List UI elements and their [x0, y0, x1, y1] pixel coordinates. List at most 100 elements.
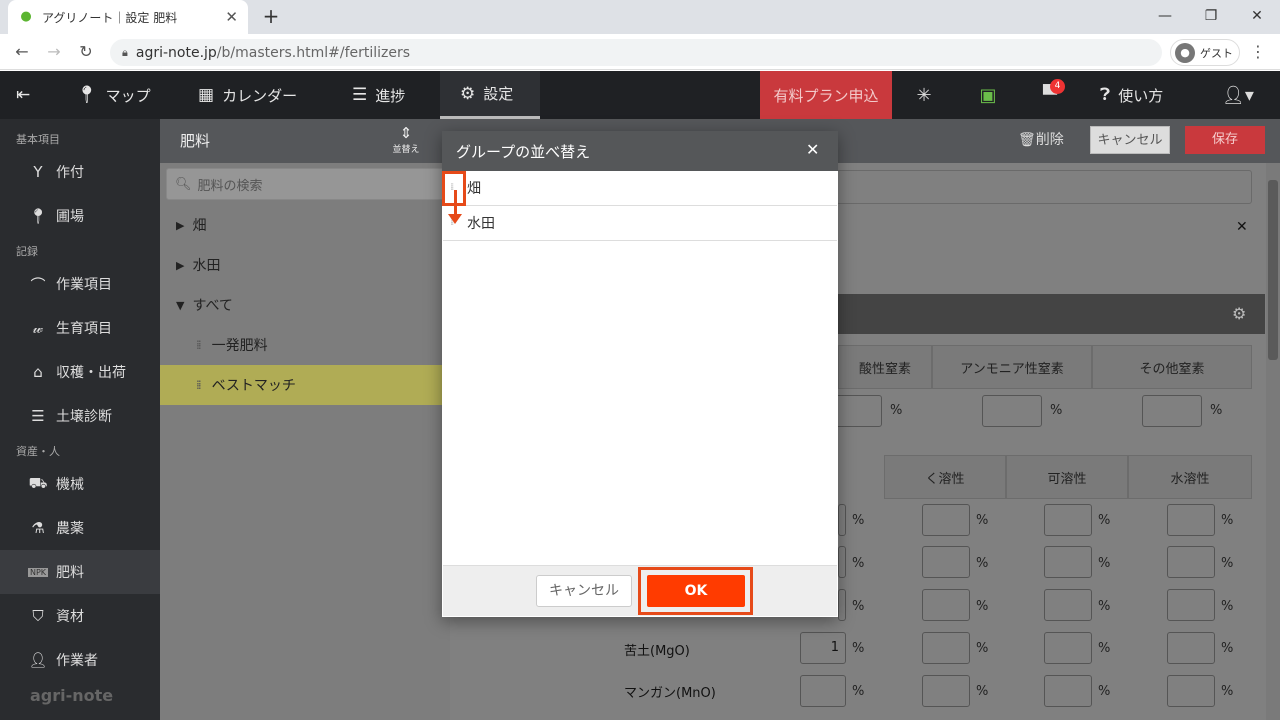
- sprout-icon: Y: [33, 163, 43, 181]
- nav-map[interactable]: 📍︎ マップ: [76, 71, 151, 119]
- tree-label: 畑: [192, 218, 207, 234]
- sort-button[interactable]: ⇕ 並替え: [388, 124, 424, 158]
- basket-icon: ⌂: [33, 363, 43, 381]
- value-input[interactable]: [838, 546, 846, 578]
- gear-icon[interactable]: ⚙: [1232, 304, 1246, 323]
- tree-group-field[interactable]: ▶ 畑: [176, 205, 206, 245]
- sidebar-toggle-icon[interactable]: ⇤: [16, 71, 38, 119]
- profile-label: ゲスト: [1200, 46, 1233, 60]
- checklist-icon: ☰: [352, 85, 368, 105]
- sidebar-item-machines[interactable]: ⛟ 機械: [0, 462, 160, 506]
- delete-button[interactable]: 🗑︎削除: [1018, 129, 1064, 149]
- unit-label: %: [1098, 556, 1111, 571]
- profile-button[interactable]: ● ゲスト: [1170, 39, 1240, 66]
- value-input[interactable]: [834, 395, 882, 427]
- sidebar-item-label: 資材: [56, 609, 84, 625]
- value-input[interactable]: [982, 395, 1042, 427]
- value-input[interactable]: [1167, 632, 1215, 664]
- unit-label: %: [852, 599, 865, 614]
- value-input[interactable]: [1044, 504, 1092, 536]
- sortable-row-label: 水田: [467, 216, 495, 232]
- value-input[interactable]: [1167, 504, 1215, 536]
- tree-group-paddy[interactable]: ▶ 水田: [176, 245, 220, 285]
- address-bar[interactable]: 🔒︎ agri-note.jp/b/masters.html#/fertiliz…: [110, 39, 1162, 66]
- scrollbar-thumb[interactable]: [1268, 180, 1278, 360]
- new-tab-icon[interactable]: +: [260, 5, 282, 27]
- dialog-close-icon[interactable]: ✕: [806, 140, 819, 159]
- npk-icon: NPK: [28, 567, 48, 577]
- value-input[interactable]: [1044, 546, 1092, 578]
- asterisk-badge-icon[interactable]: ✳: [908, 71, 940, 119]
- unit-label: %: [1050, 403, 1063, 418]
- form-input[interactable]: [836, 170, 1252, 204]
- nav-settings[interactable]: ⚙ 設定: [440, 71, 540, 119]
- sidebar-item-materials[interactable]: ⛉ 資材: [0, 594, 160, 638]
- window-close-icon[interactable]: ✕: [1242, 5, 1272, 27]
- menu-kebab-icon[interactable]: ⋮: [1248, 42, 1268, 62]
- trash-icon: 🗑︎: [1018, 132, 1036, 148]
- user-menu-icon[interactable]: 👤︎▾: [1218, 71, 1258, 119]
- sidebar-item-crop[interactable]: Y 作付: [0, 150, 160, 194]
- reload-icon[interactable]: ↻: [74, 40, 98, 64]
- chat-icon[interactable]: ▀: [1034, 71, 1066, 119]
- forward-icon[interactable]: →: [42, 40, 66, 64]
- url-path: /b/masters.html#/fertilizers: [216, 44, 411, 61]
- sidebar-item-label: 作付: [56, 165, 84, 181]
- book-icon[interactable]: ▣: [972, 71, 1004, 119]
- sliders-icon: ☰: [31, 407, 45, 425]
- nav-progress[interactable]: ☰ 進捗: [352, 71, 405, 119]
- value-input[interactable]: [922, 632, 970, 664]
- value-input[interactable]: [922, 589, 970, 621]
- value-input[interactable]: [1044, 675, 1092, 707]
- unit-label: %: [852, 513, 865, 528]
- value-input[interactable]: [800, 675, 846, 707]
- dialog-cancel-button[interactable]: キャンセル: [536, 575, 632, 607]
- unit-label: %: [976, 556, 989, 571]
- fertilizer-search-input[interactable]: 🔍︎ 肥料の検索: [166, 168, 456, 200]
- paid-plan-button[interactable]: 有料プラン申込: [760, 71, 892, 119]
- value-input[interactable]: [1167, 589, 1215, 621]
- value-input[interactable]: 1: [800, 632, 846, 664]
- value-input[interactable]: [838, 504, 846, 536]
- value-input[interactable]: [922, 546, 970, 578]
- restore-icon[interactable]: ❐: [1196, 5, 1226, 27]
- value-input[interactable]: [1044, 632, 1092, 664]
- value-input[interactable]: [1167, 675, 1215, 707]
- sidebar-item-fertilizers[interactable]: NPK 肥料: [0, 550, 160, 594]
- sidebar-item-harvest[interactable]: ⌂ 収穫・出荷: [0, 350, 160, 394]
- tree-group-all[interactable]: ▼ すべて: [176, 285, 233, 325]
- sidebar-item-field[interactable]: 📍︎ 圃場: [0, 194, 160, 238]
- value-input[interactable]: [1142, 395, 1202, 427]
- minimize-icon[interactable]: —: [1150, 5, 1180, 27]
- list-item[interactable]: ⁞⁞ 一発肥料: [160, 325, 450, 365]
- value-input[interactable]: [922, 675, 970, 707]
- save-button[interactable]: 保存: [1185, 126, 1265, 154]
- nav-help[interactable]: ❓︎ 使い方: [1100, 71, 1163, 119]
- cancel-button[interactable]: キャンセル: [1090, 126, 1170, 154]
- sidebar-item-pesticides[interactable]: ⚗ 農薬: [0, 506, 160, 550]
- back-icon[interactable]: ←: [10, 40, 34, 64]
- materials-icon: ⛉: [32, 607, 44, 625]
- flask-icon: ⚗: [31, 519, 45, 537]
- sidebar-item-work[interactable]: ⌒ 作業項目: [0, 262, 160, 306]
- value-input[interactable]: [1044, 589, 1092, 621]
- close-icon[interactable]: ✕: [1236, 219, 1248, 235]
- tab-close-icon[interactable]: ✕: [225, 8, 238, 26]
- value-input[interactable]: [922, 504, 970, 536]
- tractor-icon: ⛟: [28, 474, 48, 492]
- sortable-row[interactable]: 畑: [443, 171, 837, 206]
- nav-calendar[interactable]: ▦ カレンダー: [198, 71, 297, 119]
- sidebar-item-workers[interactable]: 👤︎ 作業者: [0, 638, 160, 682]
- sort-label: 並替え: [392, 145, 420, 155]
- value-input[interactable]: [1167, 546, 1215, 578]
- list-item-selected[interactable]: ⁞⁞ ベストマッチ: [160, 365, 450, 405]
- value-input[interactable]: [838, 589, 846, 621]
- sidebar-item-label: 生育項目: [56, 321, 112, 337]
- nav-help-label: 使い方: [1118, 86, 1164, 105]
- sidebar-item-soil[interactable]: ☰ 土壌診断: [0, 394, 160, 438]
- sortable-row[interactable]: 水田: [443, 206, 837, 241]
- browser-tab[interactable]: ● アグリノート｜設定 肥料 ✕: [8, 0, 248, 34]
- sidebar-item-growth[interactable]: 𝓌 生育項目: [0, 306, 160, 350]
- unit-label: %: [1098, 599, 1111, 614]
- dialog-ok-button[interactable]: OK: [647, 575, 745, 607]
